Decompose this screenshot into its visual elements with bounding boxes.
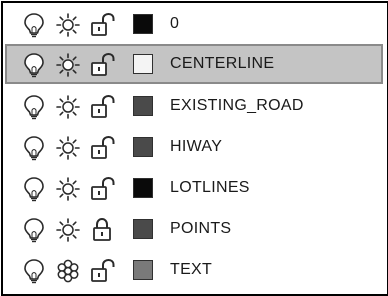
layer-name: EXISTING_ROAD [170, 97, 304, 114]
layer-name: TEXT [170, 261, 213, 278]
layer-row[interactable]: EXISTING_ROAD [5, 86, 383, 126]
sun-icon[interactable] [55, 217, 81, 243]
color-swatch[interactable] [133, 14, 153, 34]
lock-open-icon[interactable] [89, 52, 115, 78]
bulb-icon[interactable] [21, 52, 47, 78]
layer-row[interactable]: TEXT [5, 250, 383, 290]
color-swatch[interactable] [133, 137, 153, 157]
bulb-icon[interactable] [21, 135, 47, 161]
snowflake-icon[interactable] [55, 258, 81, 284]
sun-icon[interactable] [55, 94, 81, 120]
sun-icon[interactable] [55, 176, 81, 202]
layer-list-panel: 0 CENTERLINE EXISTING_ROAD HIWAY LOTLINE… [1, 1, 388, 296]
lock-closed-icon[interactable] [89, 217, 115, 243]
layer-name: POINTS [170, 220, 232, 237]
layer-row[interactable]: 0 [5, 4, 383, 44]
layer-name: LOTLINES [170, 179, 250, 196]
sun-icon[interactable] [55, 135, 81, 161]
lock-open-icon[interactable] [89, 94, 115, 120]
layer-name: 0 [170, 15, 180, 32]
layer-row-selected[interactable]: CENTERLINE [5, 44, 383, 84]
color-swatch[interactable] [133, 260, 153, 280]
lock-open-icon[interactable] [89, 258, 115, 284]
layer-name: HIWAY [170, 138, 223, 155]
layer-name: CENTERLINE [170, 55, 275, 72]
bulb-icon[interactable] [21, 258, 47, 284]
color-swatch[interactable] [133, 96, 153, 116]
bulb-icon[interactable] [21, 176, 47, 202]
sun-icon[interactable] [55, 12, 81, 38]
layer-row[interactable]: POINTS [5, 209, 383, 249]
layer-row[interactable]: HIWAY [5, 127, 383, 167]
lock-open-icon[interactable] [89, 176, 115, 202]
lock-open-icon[interactable] [89, 12, 115, 38]
lock-open-icon[interactable] [89, 135, 115, 161]
bulb-icon[interactable] [21, 94, 47, 120]
color-swatch[interactable] [133, 54, 153, 74]
sun-icon[interactable] [55, 52, 81, 78]
layer-row[interactable]: LOTLINES [5, 168, 383, 208]
color-swatch[interactable] [133, 219, 153, 239]
color-swatch[interactable] [133, 178, 153, 198]
bulb-icon[interactable] [21, 217, 47, 243]
bulb-icon[interactable] [21, 12, 47, 38]
